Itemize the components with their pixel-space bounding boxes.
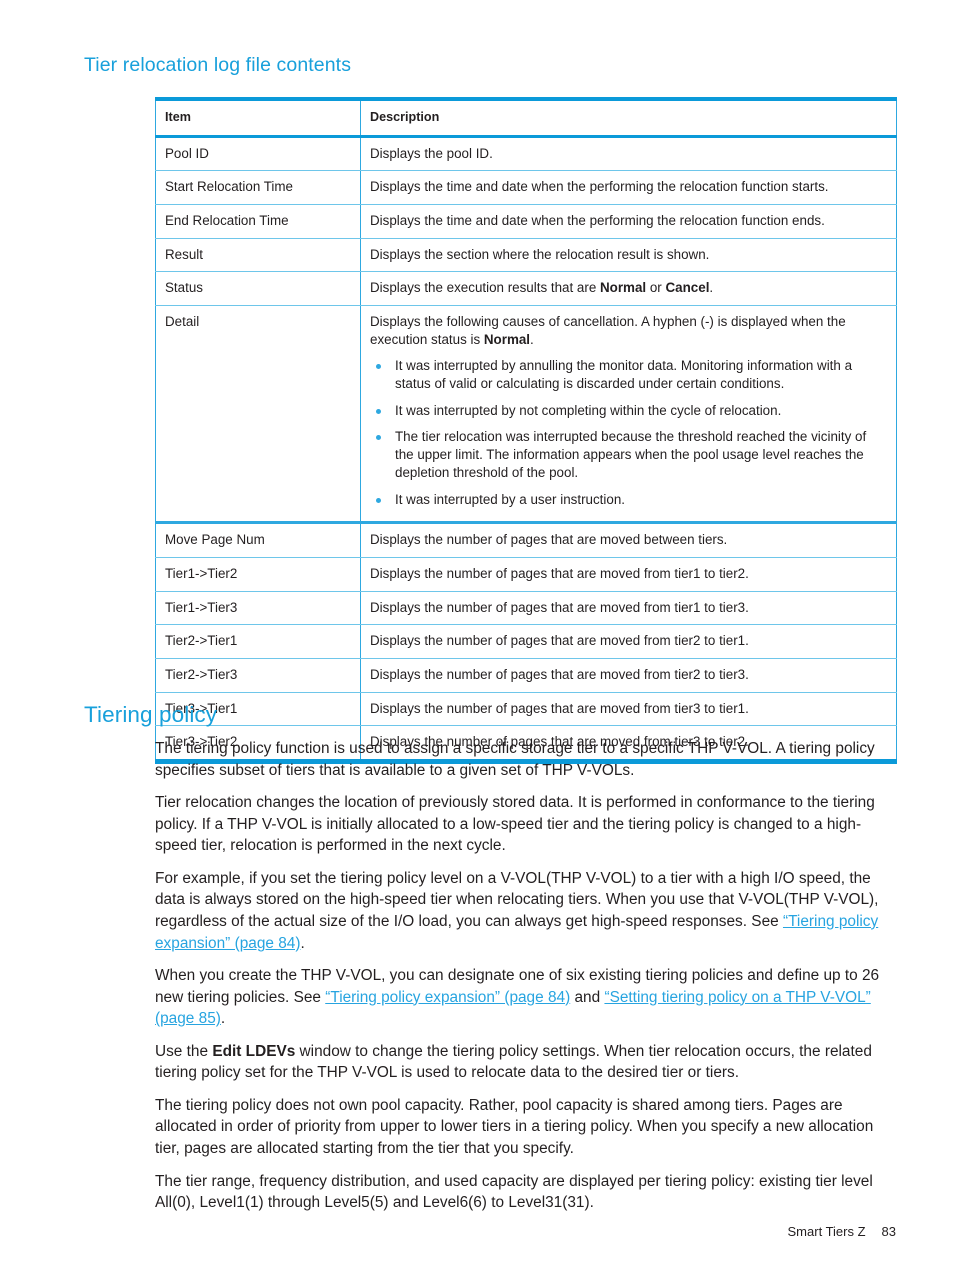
- table-row: Status Displays the execution results th…: [155, 271, 897, 307]
- tier-relocation-log-table-wrapper: Item Description Pool ID Displays the po…: [155, 96, 897, 765]
- bullet-dot-icon: [376, 435, 381, 441]
- footer-title: Smart Tiers Z: [787, 1224, 866, 1239]
- bullet-dot-icon: [376, 364, 381, 370]
- cell-description: Displays the section where the relocatio…: [360, 238, 897, 273]
- cell-item: Pool ID: [155, 136, 361, 172]
- table-row: Move Page Num Displays the number of pag…: [155, 522, 897, 558]
- list-item-label: The tier relocation was interrupted beca…: [395, 429, 867, 480]
- cell-item: Move Page Num: [155, 522, 361, 558]
- detail-bullet-list: It was interrupted by annulling the moni…: [370, 357, 887, 508]
- paragraph-4: When you create the THP V-VOL, you can d…: [155, 965, 897, 1030]
- cell-description: Displays the number of pages that are mo…: [360, 692, 897, 727]
- cell-description: Displays the number of pages that are mo…: [360, 591, 897, 626]
- cell-description: Displays the following causes of cancell…: [360, 305, 897, 525]
- detail-intro-pre: Displays the following causes of cancell…: [370, 314, 846, 347]
- tier-relocation-log-table: Item Description Pool ID Displays the po…: [155, 96, 897, 765]
- table-row: End Relocation Time Displays the time an…: [155, 204, 897, 239]
- cell-item: Detail: [155, 305, 361, 525]
- cell-item: Tier1->Tier2: [155, 557, 361, 592]
- paragraph-2: Tier relocation changes the location of …: [155, 794, 875, 855]
- page-title: Tier relocation log file contents: [84, 54, 352, 76]
- detail-intro: Displays the following causes of cancell…: [370, 313, 887, 348]
- cell-description: Displays the pool ID.: [360, 136, 897, 172]
- list-item-label: It was interrupted by annulling the moni…: [395, 358, 853, 392]
- section-heading-tiering-policy: Tiering policy: [84, 702, 218, 727]
- paragraph-5-pre: Use the: [155, 1042, 213, 1060]
- column-header-item: Item: [155, 96, 361, 138]
- link-tiering-policy-expansion-2[interactable]: “Tiering policy expansion” (page 84): [325, 989, 570, 1006]
- paragraph-3: For example, if you set the tiering poli…: [155, 868, 897, 954]
- cell-item: End Relocation Time: [155, 204, 361, 239]
- status-desc-mid: or: [646, 280, 666, 296]
- table-row: Tier3->Tier1 Displays the number of page…: [155, 692, 897, 727]
- paragraph-4-post: .: [220, 1010, 226, 1028]
- document-page: Tier relocation log file contents Item D…: [0, 0, 954, 1271]
- list-item: It was interrupted by annulling the moni…: [370, 357, 887, 392]
- cell-description: Displays the time and date when the perf…: [360, 170, 897, 205]
- table-header-row: Item Description: [155, 96, 897, 138]
- page-footer: Smart Tiers Z 83: [0, 1224, 954, 1239]
- table-row: Tier2->Tier3 Displays the number of page…: [155, 658, 897, 693]
- table-row: Tier1->Tier2 Displays the number of page…: [155, 557, 897, 592]
- paragraph-4-mid: and: [570, 988, 605, 1006]
- paragraph-5: Use the Edit LDEVs window to change the …: [155, 1041, 897, 1084]
- detail-intro-post: .: [530, 331, 534, 347]
- cell-description: Displays the time and date when the perf…: [360, 204, 897, 239]
- column-header-description: Description: [360, 96, 897, 138]
- table-row: Pool ID Displays the pool ID.: [155, 136, 897, 172]
- bullet-dot-icon: [376, 497, 381, 503]
- footer-page-number: 83: [881, 1224, 896, 1239]
- bullet-dot-icon: [376, 408, 381, 414]
- list-item-label: It was interrupted by a user instruction…: [395, 491, 625, 507]
- tiering-policy-body: The tiering policy function is used to a…: [155, 738, 897, 1214]
- status-value-normal: Normal: [600, 280, 647, 296]
- cell-item: Tier2->Tier3: [155, 658, 361, 693]
- status-desc-post: .: [709, 280, 714, 296]
- paragraph-7: The tier range, frequency distribution, …: [155, 1172, 873, 1212]
- table-row-detail: Detail Displays the following causes of …: [155, 305, 897, 525]
- detail-intro-bold: Normal: [483, 331, 531, 347]
- status-value-cancel: Cancel: [665, 280, 710, 296]
- list-item: It was interrupted by not completing wit…: [370, 402, 887, 420]
- status-desc-pre: Displays the execution results that are: [370, 280, 600, 296]
- list-item: The tier relocation was interrupted beca…: [370, 428, 887, 481]
- cell-description: Displays the number of pages that are mo…: [360, 658, 897, 693]
- cell-item: Start Relocation Time: [155, 170, 361, 205]
- cell-item: Status: [155, 271, 361, 307]
- table-row: Tier1->Tier3 Displays the number of page…: [155, 591, 897, 626]
- edit-ldevs-label: Edit LDEVs: [212, 1042, 296, 1060]
- paragraph-6: The tiering policy does not own pool cap…: [155, 1096, 874, 1157]
- paragraph-3-post: .: [300, 934, 305, 952]
- cell-description: Displays the execution results that are …: [360, 271, 897, 307]
- cell-description: Displays the number of pages that are mo…: [360, 522, 897, 558]
- table-row: Result Displays the section where the re…: [155, 238, 897, 273]
- cell-item: Result: [155, 238, 361, 273]
- list-item: It was interrupted by a user instruction…: [370, 491, 887, 509]
- table-row: Tier2->Tier1 Displays the number of page…: [155, 624, 897, 659]
- cell-description: Displays the number of pages that are mo…: [360, 624, 897, 659]
- list-item-label: It was interrupted by not completing wit…: [395, 402, 782, 418]
- cell-item: Tier2->Tier1: [155, 624, 361, 659]
- cell-item: Tier1->Tier3: [155, 591, 361, 626]
- paragraph-3-pre: For example, if you set the tiering poli…: [155, 869, 879, 930]
- table-row: Start Relocation Time Displays the time …: [155, 170, 897, 205]
- paragraph-1: The tiering policy function is used to a…: [155, 740, 875, 779]
- cell-description: Displays the number of pages that are mo…: [360, 557, 897, 592]
